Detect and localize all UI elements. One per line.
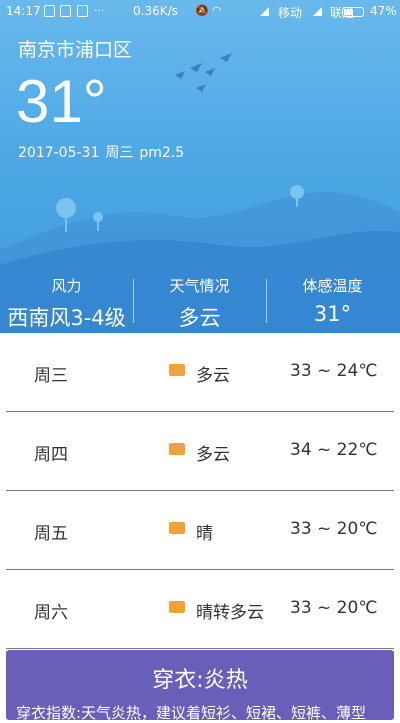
forecast-row[interactable]: 周四 多云 34 ~ 22℃ xyxy=(6,412,394,491)
wifi-icon: ◠ xyxy=(212,4,222,17)
forecast-weather: 晴转多云 xyxy=(196,603,264,623)
sun-icon xyxy=(169,601,185,613)
battery-icon xyxy=(342,7,364,17)
notification-icon xyxy=(77,5,88,17)
forecast-day: 周六 xyxy=(34,603,68,623)
clothing-text: 穿衣指数:天气炎热，建议着短衫、短裙、短裤、薄型 xyxy=(16,704,367,722)
stat-wind-label: 风力 xyxy=(51,277,82,295)
stat-feels-like-label: 体感温度 xyxy=(302,277,363,295)
forecast-list: 周三 多云 33 ~ 24℃ 周四 多云 34 ~ 22℃ 周五 晴 33 ~ … xyxy=(0,333,400,649)
forecast-row[interactable]: 周六 晴转多云 33 ~ 20℃ xyxy=(6,570,394,649)
stat-condition-value: 多云 xyxy=(178,306,221,330)
more-icon: ··· xyxy=(94,4,105,17)
stat-wind-value: 西南风3-4级 xyxy=(7,306,126,330)
stat-condition-label: 天气情况 xyxy=(169,277,230,295)
network-speed: 0.36K/s xyxy=(133,4,178,18)
signal-icon xyxy=(260,7,269,16)
date-line: 2017-05-31 周三 pm2.5 xyxy=(18,142,190,162)
forecast-row[interactable]: 周三 多云 33 ~ 24℃ xyxy=(6,333,394,412)
forecast-weather: 多云 xyxy=(196,445,230,465)
forecast-temp-range: 33 ~ 20℃ xyxy=(290,598,378,618)
cloudy-sun-icon xyxy=(169,443,185,455)
forecast-temp-range: 34 ~ 22℃ xyxy=(290,440,378,460)
forecast-weather: 多云 xyxy=(196,366,230,386)
stat-feels-like-value: 31° xyxy=(313,302,352,326)
weather-stats: 风力 西南风3-4级 天气情况 多云 体感温度 31° xyxy=(0,263,400,333)
current-temperature: 31° xyxy=(16,68,107,135)
notification-icon xyxy=(44,5,55,17)
forecast-day: 周五 xyxy=(34,524,68,544)
forecast-temp-range: 33 ~ 20℃ xyxy=(290,519,378,539)
status-time: 14:17 xyxy=(6,4,41,18)
clothing-advice-card[interactable]: 穿衣:炎热 穿衣指数:天气炎热，建议着短衫、短裙、短裤、薄型 xyxy=(6,650,394,722)
signal-icon xyxy=(313,7,322,16)
status-bar: 14:17 ··· 0.36K/s 🔕 ◠ 移动 联通 47% xyxy=(0,0,400,22)
date: 2017-05-31 xyxy=(18,145,100,161)
stat-wind: 风力 西南风3-4级 xyxy=(0,263,133,332)
forecast-row[interactable]: 周五 晴 33 ~ 20℃ xyxy=(6,491,394,570)
weekday: 周三 xyxy=(105,145,134,161)
mute-icon: 🔕 xyxy=(195,4,209,17)
stat-feels-like: 体感温度 31° xyxy=(266,263,399,326)
forecast-weather: 晴 xyxy=(196,524,213,544)
forecast-temp-range: 33 ~ 24℃ xyxy=(290,361,378,381)
carrier-1: 移动 xyxy=(278,6,303,20)
weather-hero: 南京市浦口区 31° 2017-05-31 周三 pm2.5 风力 西南风3-4级 … xyxy=(0,0,400,333)
clothing-title: 穿衣:炎热 xyxy=(152,668,248,693)
sun-icon xyxy=(169,522,185,534)
stat-condition: 天气情况 多云 xyxy=(133,263,266,332)
notification-icon xyxy=(60,5,71,17)
cloudy-sun-icon xyxy=(169,364,185,376)
battery-level: 47% xyxy=(370,4,397,18)
air-quality-label: pm2.5 xyxy=(139,145,185,161)
location-name[interactable]: 南京市浦口区 xyxy=(18,35,132,62)
forecast-day: 周三 xyxy=(34,366,68,386)
forecast-day: 周四 xyxy=(34,445,68,465)
